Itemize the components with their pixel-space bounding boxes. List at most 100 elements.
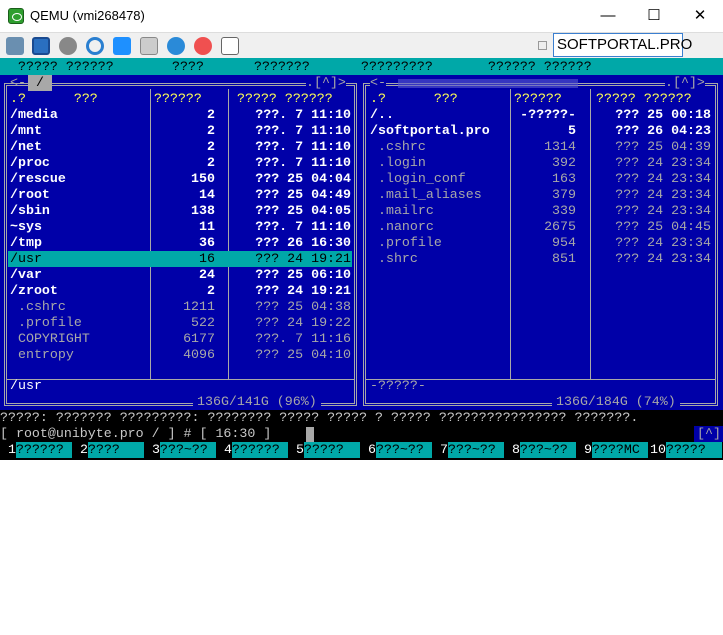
file-name[interactable]: /sbin [10, 203, 50, 219]
right-header-size[interactable]: ?????? [514, 91, 562, 107]
file-name[interactable]: .login [370, 155, 426, 171]
fkey-4[interactable]: 4?????? [224, 442, 288, 458]
fkey-label[interactable]: ????? [303, 442, 360, 458]
fkey-label[interactable]: ???~?? [159, 442, 216, 458]
menu-item[interactable]: ??????? [254, 59, 310, 75]
file-name[interactable]: /rescue [10, 171, 66, 187]
fkey-5[interactable]: 5????? [296, 442, 360, 458]
cubes-icon[interactable] [6, 37, 24, 55]
checkbox[interactable] [538, 41, 547, 50]
panels: <- / .[^]> <- .[^]> .? ??? ?????? ????? … [0, 75, 723, 410]
fkey-9[interactable]: 9????MC [584, 442, 648, 458]
file-date: ??? 24 23:34 [615, 251, 711, 266]
file-name[interactable]: /tmp [10, 235, 42, 251]
file-name[interactable]: .profile [10, 315, 82, 331]
file-name[interactable]: /media [10, 107, 58, 123]
file-size: 954 [552, 235, 576, 250]
fkey-6[interactable]: 6???~?? [368, 442, 432, 458]
fkey-7[interactable]: 7???~?? [440, 442, 504, 458]
file-date: ???. 7 11:10 [255, 219, 351, 234]
file-name[interactable]: .login_conf [370, 171, 466, 187]
file-name[interactable]: /.. [370, 107, 394, 123]
fkey-10[interactable]: 10????? [650, 442, 722, 458]
left-header-date[interactable]: ????? ?????? [237, 91, 333, 107]
cursor [306, 427, 314, 442]
file-name[interactable]: .cshrc [10, 299, 66, 315]
file-name[interactable]: /root [10, 187, 50, 203]
file-name[interactable]: .profile [370, 235, 442, 251]
fkey-label[interactable]: ???? [87, 442, 144, 458]
terminal[interactable]: ????? ?????? ???? ??????? ????????? ????… [0, 58, 723, 460]
fkey-8[interactable]: 8???~?? [512, 442, 576, 458]
fkey-label[interactable]: ?????? [231, 442, 288, 458]
file-name[interactable]: .nanorc [370, 219, 434, 235]
fkey-label[interactable]: ???~?? [447, 442, 504, 458]
left-panel-path[interactable]: / [28, 75, 52, 91]
right-scroll[interactable]: .[^]> [665, 75, 705, 91]
gear-icon[interactable] [59, 37, 77, 55]
fkey-number: 5 [296, 442, 304, 457]
file-size: 6177 [183, 331, 215, 346]
fkey-label[interactable]: ????? [665, 442, 722, 458]
left-header-name[interactable]: .? ??? [10, 91, 98, 107]
site-label-field[interactable]: SOFTPORTAL.PRO [553, 33, 692, 57]
menu-item[interactable]: ???? [172, 59, 204, 75]
file-name[interactable]: /mnt [10, 123, 42, 139]
file-date: ???. 7 11:16 [255, 331, 351, 346]
right-header-date[interactable]: ????? ?????? [596, 91, 692, 107]
fkey-number: 9 [584, 442, 592, 457]
command-prompt[interactable]: [ root@unibyte.pro / ] # [ 16:30 ] [0, 426, 271, 442]
file-name[interactable]: /net [10, 139, 42, 155]
file-name[interactable]: /softportal.pro [370, 123, 490, 139]
file-size: 36 [199, 235, 215, 250]
fkey-number: 8 [512, 442, 520, 457]
file-size: -?????- [520, 107, 576, 122]
hint-line: ?????: ??????? ?????????: ???????? ?????… [0, 410, 639, 425]
file-name[interactable]: .shrc [370, 251, 418, 267]
menu-item[interactable]: ????? ?????? [18, 59, 114, 75]
file-name[interactable]: .cshrc [370, 139, 426, 155]
fullscreen-icon[interactable] [32, 37, 50, 55]
file-name[interactable]: ~sys [10, 219, 42, 235]
fkey-label[interactable]: ???~?? [375, 442, 432, 458]
file-name[interactable]: entropy [10, 347, 74, 363]
info-icon[interactable] [167, 37, 185, 55]
file-name[interactable]: /usr [10, 251, 42, 267]
fkey-3[interactable]: 3???~?? [152, 442, 216, 458]
menu-item[interactable]: ?????? ?????? [488, 59, 592, 75]
right-disk-usage: 136G/184G (74%) [552, 394, 680, 410]
file-name[interactable]: .mailrc [370, 203, 434, 219]
maximize-button[interactable]: ☐ [631, 0, 677, 32]
window-title: QEMU (vmi268478) [30, 8, 145, 23]
menu-item[interactable]: ????????? [361, 59, 433, 75]
left-header-size[interactable]: ?????? [154, 91, 202, 107]
file-name[interactable]: /var [10, 267, 42, 283]
qemu-app-icon [8, 8, 24, 24]
download-icon[interactable] [221, 37, 239, 55]
fkey-label[interactable]: ???~?? [519, 442, 576, 458]
file-name[interactable]: COPYRIGHT [10, 331, 90, 347]
right-header-name[interactable]: .? ??? [370, 91, 458, 107]
fkey-1[interactable]: 1?????? [8, 442, 72, 458]
file-date: ??? 25 04:49 [255, 187, 351, 202]
left-scroll[interactable]: .[^]> [306, 75, 346, 91]
disk-icon[interactable] [140, 37, 158, 55]
fkey-number: 2 [80, 442, 88, 457]
file-name[interactable]: .mail_aliases [370, 187, 482, 203]
file-date: ??? 24 23:34 [615, 235, 711, 250]
prompt-scroll[interactable]: [^] [694, 426, 723, 442]
stop-icon[interactable] [194, 37, 212, 55]
file-name[interactable]: /zroot [10, 283, 58, 299]
file-name[interactable]: /proc [10, 155, 50, 171]
minimize-button[interactable]: — [585, 0, 631, 32]
windows-icon[interactable] [113, 37, 131, 55]
file-date: ??? 26 04:23 [615, 123, 711, 138]
left-info: /usr [10, 378, 42, 393]
refresh-icon[interactable] [86, 37, 104, 55]
fkey-label[interactable]: ????MC [591, 442, 648, 458]
fkey-label[interactable]: ?????? [15, 442, 72, 458]
file-date: ??? 24 23:34 [615, 171, 711, 186]
close-button[interactable]: ✕ [677, 0, 723, 32]
file-date: ??? 24 23:34 [615, 187, 711, 202]
fkey-2[interactable]: 2???? [80, 442, 144, 458]
